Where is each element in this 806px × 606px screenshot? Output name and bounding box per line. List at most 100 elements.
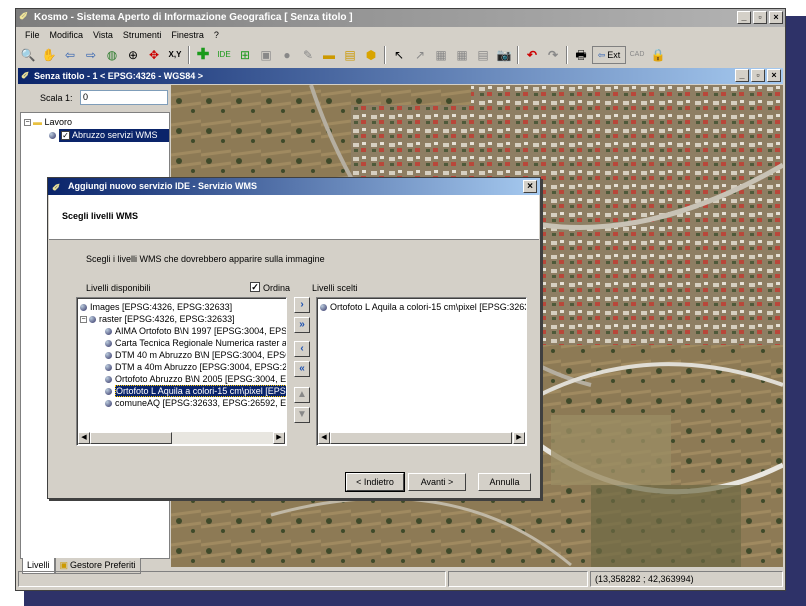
document-titlebar: ✐ Senza titolo - 1 < EPSG:4326 - WGS84 >… [18,68,783,84]
dialog-close-button[interactable]: × [523,180,537,193]
layer-dot-icon [105,388,112,396]
menu-file[interactable]: File [20,28,45,43]
info-icon[interactable]: ● [277,45,297,65]
scroll-right-icon[interactable]: ▶ [513,432,525,444]
available-layer-label: DTM 40 m Abruzzo B\N [EPSG:3004, EPSG:26… [115,350,286,360]
zoom-icon[interactable]: 🔍 [18,45,38,65]
add-table-icon[interactable]: ⊞ [235,45,255,65]
collapse-icon[interactable]: − [80,316,87,324]
maximize-button[interactable]: ▫ [753,11,767,24]
menu-help[interactable]: ? [209,28,224,43]
pan-icon[interactable]: ✋ [39,45,59,65]
cancel-button[interactable]: Annulla [478,473,531,491]
undo-icon[interactable]: ↶ [522,45,542,65]
move-up-button[interactable]: ▲ [294,387,310,403]
cad-icon[interactable]: CAD [627,45,647,65]
list-item[interactable]: Ortofoto L Aquila a colori-15 cm\pixel [… [320,301,526,313]
app-titlebar: ✐ Kosmo - Sistema Aperto di Informazione… [16,9,785,27]
back-icon[interactable]: ⇦ [60,45,80,65]
doc-close-button[interactable]: × [767,69,781,82]
layer-dot-icon [105,376,112,384]
minimize-button[interactable]: _ [737,11,751,24]
move-down-button[interactable]: ▼ [294,407,310,423]
globe-icon[interactable]: ◍ [102,45,122,65]
table-icon[interactable]: ▤ [473,45,493,65]
available-layer-label: Ortofoto Abruzzo B\N 2005 [EPSG:3004, EP… [115,374,287,384]
order-checkbox[interactable]: ✓ [250,282,260,292]
statusbar: (13,358282 ; 42,363994) [16,569,785,589]
chosen-layer-label: Ortofoto L Aquila a colori-15 cm\pixel [… [330,302,526,312]
ext-button[interactable]: ⇦ Ext [592,46,626,64]
forward-icon[interactable]: ⇨ [81,45,101,65]
scroll-thumb[interactable] [90,432,172,444]
add-layer-button[interactable]: › [294,297,310,313]
layer-dot-icon [105,328,112,336]
doc-maximize-button[interactable]: ▫ [751,69,765,82]
gray-icon[interactable]: ▣ [256,45,276,65]
next-button[interactable]: Avanti > [408,473,466,491]
list-item[interactable]: DTM 40 m Abruzzo B\N [EPSG:3004, EPSG:26… [105,349,286,361]
zoom-in-icon[interactable]: ⊕ [123,45,143,65]
menu-strumenti[interactable]: Strumenti [118,28,167,43]
ext-label: Ext [607,50,621,60]
available-layer-label: raster [EPSG:4326, EPSG:32633] [99,314,235,324]
remove-all-layers-button[interactable]: « [294,361,310,377]
add-layer-icon[interactable]: ✚ [193,45,213,65]
doc-minimize-button[interactable]: _ [735,69,749,82]
ruler-icon[interactable]: ▬ [319,45,339,65]
close-button[interactable]: × [769,11,783,24]
pencil-icon[interactable]: ✎ [298,45,318,65]
dialog-titlebar: ✐ Aggiungi nuovo servizio IDE - Servizio… [48,178,540,195]
list-item[interactable]: AIMA Ortofoto B\N 1997 [EPSG:3004, EPSG:… [105,325,286,337]
tree-root-label: Lavoro [44,117,73,127]
list-item[interactable]: DTM a 40m Abruzzo [EPSG:3004, EPSG:26592… [105,361,286,373]
camera-icon[interactable]: 📷 [494,45,514,65]
scroll-thumb[interactable] [330,432,512,444]
list-item[interactable]: − raster [EPSG:4326, EPSG:32633] [80,313,235,325]
layer-checkbox[interactable]: ✓ [61,131,70,141]
scroll-left-icon[interactable]: ◀ [318,432,330,444]
scale-input[interactable]: 0 [80,90,168,105]
layer-dot-icon [89,316,96,324]
menu-vista[interactable]: Vista [88,28,118,43]
chosen-layers-list[interactable]: Ortofoto L Aquila a colori-15 cm\pixel [… [316,297,527,446]
grid-icon[interactable]: ▦ [452,45,472,65]
tree-layer-item[interactable]: ✓ Abruzzo servizi WMS [59,129,169,142]
layer-dot-icon [105,352,112,360]
list-item[interactable]: Images [EPSG:4326, EPSG:32633] [80,301,232,313]
edit-icon[interactable]: ↗ [410,45,430,65]
scroll-right-icon[interactable]: ▶ [273,432,285,444]
tree-root[interactable]: − ▬ Lavoro [24,116,72,128]
dialog-title: Aggiungi nuovo servizio IDE - Servizio W… [68,181,258,191]
collapse-icon[interactable]: − [24,119,31,127]
list-item[interactable]: Carta Tecnica Regionale Numerica raster … [105,337,286,349]
dialog-header: Scegli livelli WMS [49,195,539,240]
lock-icon[interactable]: 🔒 [648,45,668,65]
chosen-hscrollbar[interactable]: ◀ ▶ [318,432,525,444]
available-layers-list[interactable]: Images [EPSG:4326, EPSG:32633] − raster [… [76,297,287,446]
scroll-left-icon[interactable]: ◀ [78,432,90,444]
wms-dialog: ✐ Aggiungi nuovo servizio IDE - Servizio… [47,177,541,499]
form-icon[interactable]: ▦ [431,45,451,65]
redo-icon[interactable]: ↷ [543,45,563,65]
ide-icon[interactable]: IDE [214,45,234,65]
toolbar-separator [566,46,568,64]
remove-layer-button[interactable]: ‹ [294,341,310,357]
list-item[interactable]: Ortofoto Abruzzo B\N 2005 [EPSG:3004, EP… [105,373,287,385]
measure-icon[interactable]: ▤ [340,45,360,65]
list-item-selected[interactable]: Ortofoto L Aquila a colori-15 cm\pixel [… [105,385,286,397]
menu-modifica[interactable]: Modifica [45,28,89,43]
available-hscrollbar[interactable]: ◀ ▶ [78,432,285,444]
available-layer-label: Images [EPSG:4326, EPSG:32633] [90,302,233,312]
list-item[interactable]: comuneAQ [EPSG:32633, EPSG:26592, EPSG:4 [105,397,286,409]
xy-icon[interactable]: X,Y [165,45,185,65]
add-all-layers-button[interactable]: » [294,317,310,333]
menu-finestra[interactable]: Finestra [166,28,209,43]
tree-layer-label: Abruzzo servizi WMS [72,130,158,140]
layer-dot-icon [320,304,327,312]
select-icon[interactable]: ↖ [389,45,409,65]
box-icon[interactable]: ⬢ [361,45,381,65]
back-button[interactable]: < Indietro [345,472,405,492]
print-icon[interactable]: 🖶 [571,45,591,65]
zoom-extent-icon[interactable]: ✥ [144,45,164,65]
